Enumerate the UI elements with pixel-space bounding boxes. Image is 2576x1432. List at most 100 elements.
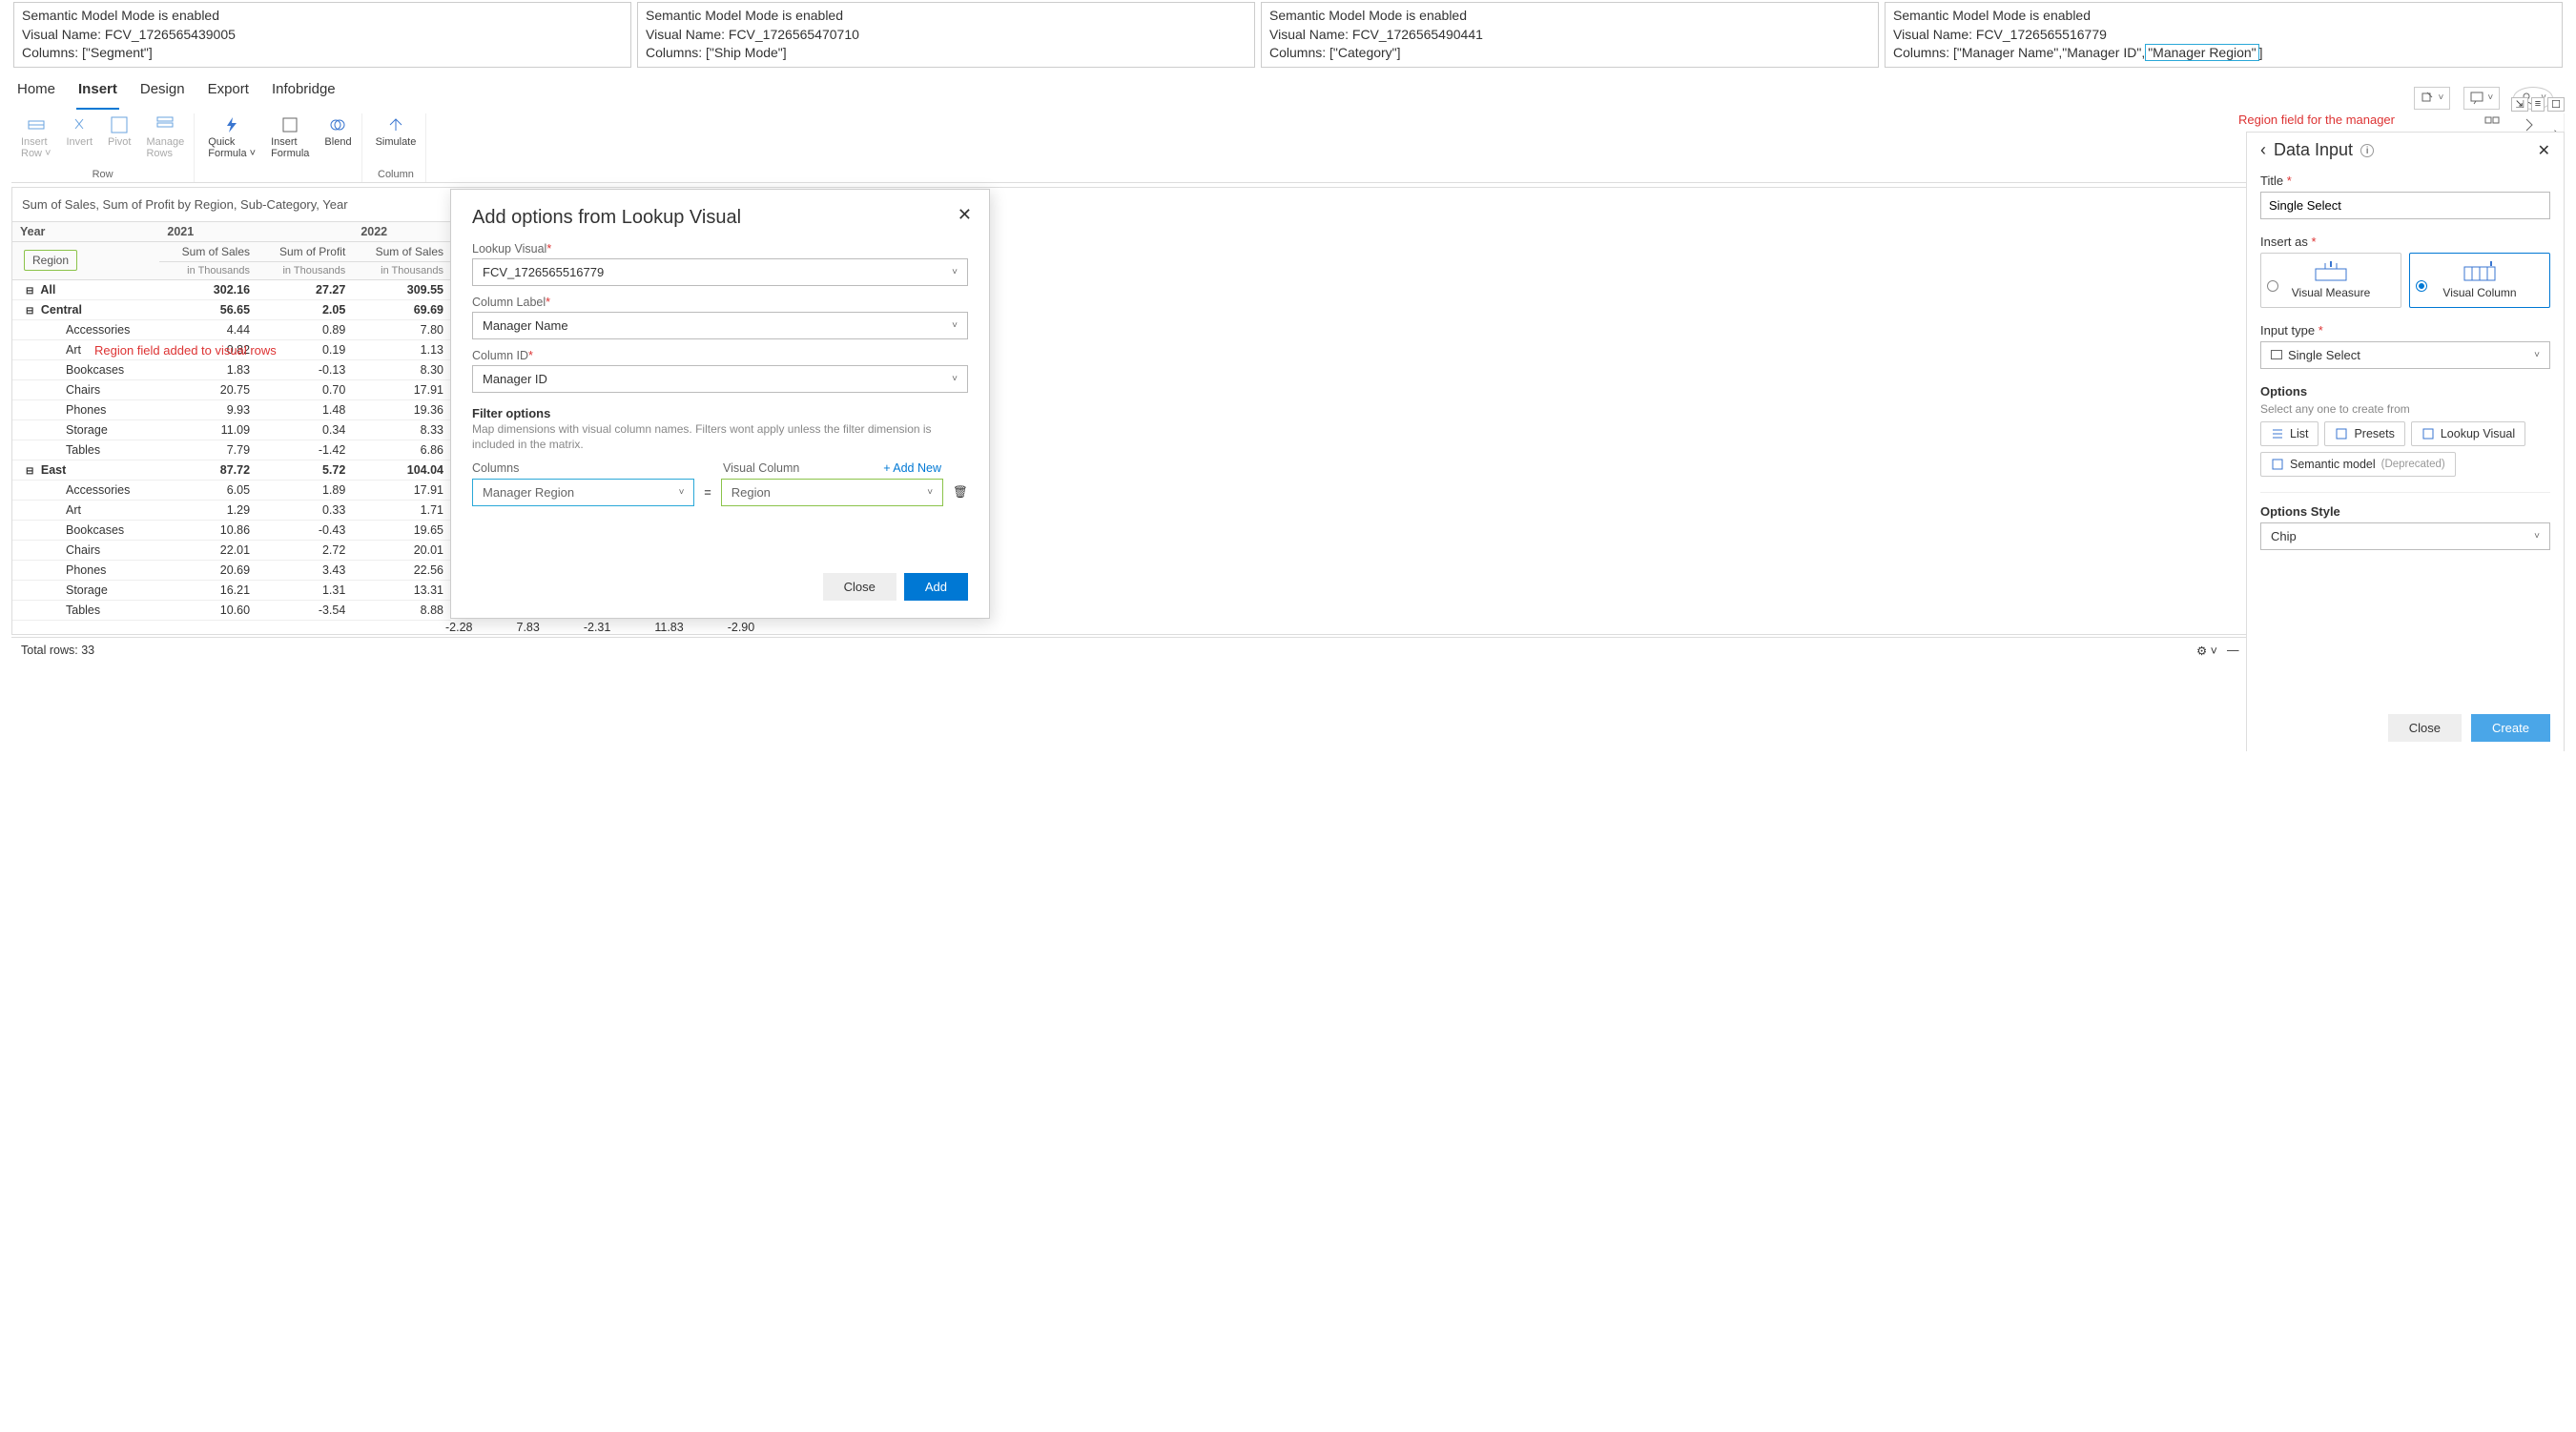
year-col-2022[interactable]: 2022 <box>353 221 451 241</box>
cell[interactable]: 1.48 <box>258 399 353 419</box>
options-style-select[interactable]: Chip˅ <box>2260 522 2550 550</box>
cell[interactable]: 8.88 <box>353 600 451 620</box>
cell[interactable]: 0.70 <box>258 379 353 399</box>
pivot-button[interactable]: Pivot <box>104 113 134 161</box>
tab-home[interactable]: Home <box>15 77 57 110</box>
cell[interactable]: ⊟ East <box>12 460 159 480</box>
invert-button[interactable]: Invert <box>63 113 97 161</box>
cell[interactable]: 22.01 <box>159 540 258 560</box>
info-icon[interactable]: i <box>2360 144 2374 157</box>
cell[interactable]: Art <box>12 500 159 520</box>
cell[interactable]: ⊟ Central <box>12 299 159 319</box>
cell[interactable]: 11.09 <box>159 419 258 440</box>
cell[interactable]: 13.31 <box>353 580 451 600</box>
cell[interactable]: 104.04 <box>353 460 451 480</box>
add-new-link[interactable]: + Add New <box>883 461 941 475</box>
cell[interactable]: 19.36 <box>353 399 451 419</box>
option-list-button[interactable]: List <box>2260 421 2318 446</box>
blend-button[interactable]: Blend <box>320 113 355 161</box>
year-header[interactable]: Year <box>12 221 159 241</box>
cell[interactable]: 0.34 <box>258 419 353 440</box>
measure-header[interactable]: Sum of Profit <box>258 241 353 261</box>
dialog-close-button[interactable]: Close <box>823 573 896 601</box>
filter-icon[interactable]: ⇲ <box>2511 97 2527 112</box>
cell[interactable]: Storage <box>12 419 159 440</box>
measure-header[interactable]: Sum of Sales <box>159 241 258 261</box>
filter2-icon[interactable]: ≡ <box>2531 97 2545 112</box>
year-col-2021[interactable]: 2021 <box>159 221 353 241</box>
cell[interactable]: Storage <box>12 580 159 600</box>
delete-filter-icon[interactable]: 🗑 <box>953 485 968 500</box>
quick-formula-button[interactable]: QuickFormula ˅ <box>204 113 259 161</box>
cell[interactable]: -0.13 <box>258 359 353 379</box>
panel-create-button[interactable]: Create <box>2471 714 2550 742</box>
cell[interactable]: Bookcases <box>12 359 159 379</box>
filter-columns-select[interactable]: Manager Region˅ <box>472 479 694 506</box>
cell[interactable]: Chairs <box>12 540 159 560</box>
column-id-select[interactable]: Manager ID˅ <box>472 365 968 393</box>
cell[interactable]: 6.05 <box>159 480 258 500</box>
cell[interactable]: Tables <box>12 600 159 620</box>
cell[interactable]: -0.43 <box>258 520 353 540</box>
simulate-button[interactable]: Simulate <box>372 113 421 150</box>
region-pill[interactable]: Region <box>24 250 77 271</box>
cell[interactable]: Bookcases <box>12 520 159 540</box>
cell[interactable]: 1.13 <box>353 339 451 359</box>
cell[interactable]: Tables <box>12 440 159 460</box>
cell[interactable]: 17.91 <box>353 480 451 500</box>
lookup-visual-select[interactable]: FCV_1726565516779˅ <box>472 258 968 286</box>
insert-as-visual-column[interactable]: Visual Column <box>2409 253 2550 308</box>
cell[interactable]: 9.93 <box>159 399 258 419</box>
comment-dropdown[interactable]: ˅ <box>2463 87 2500 110</box>
title-input[interactable] <box>2260 192 2550 219</box>
cell[interactable]: 20.75 <box>159 379 258 399</box>
tab-export[interactable]: Export <box>206 77 251 110</box>
cell[interactable]: -1.42 <box>258 440 353 460</box>
insert-row-button[interactable]: InsertRow ˅ <box>17 113 55 161</box>
cell[interactable]: Phones <box>12 560 159 580</box>
cell[interactable]: 10.86 <box>159 520 258 540</box>
cell[interactable]: Chairs <box>12 379 159 399</box>
zoom-out[interactable]: — <box>2227 644 2239 657</box>
cell[interactable]: Phones <box>12 399 159 419</box>
option-semantic-model-button[interactable]: Semantic model (Deprecated) <box>2260 452 2456 477</box>
cell[interactable]: 69.69 <box>353 299 451 319</box>
insert-formula-button[interactable]: InsertFormula <box>267 113 313 161</box>
cell[interactable]: 19.65 <box>353 520 451 540</box>
cell[interactable]: Accessories <box>12 480 159 500</box>
tab-design[interactable]: Design <box>138 77 187 110</box>
cell[interactable]: ⊟ All <box>12 279 159 299</box>
cell[interactable]: 8.33 <box>353 419 451 440</box>
tab-infobridge[interactable]: Infobridge <box>270 77 338 110</box>
insert-as-visual-measure[interactable]: Visual Measure <box>2260 253 2401 308</box>
cell[interactable]: 5.72 <box>258 460 353 480</box>
back-icon[interactable]: ‹ <box>2260 140 2266 160</box>
panel-close-button[interactable]: Close <box>2388 714 2462 742</box>
cell[interactable]: 20.01 <box>353 540 451 560</box>
cell[interactable]: 302.16 <box>159 279 258 299</box>
cell[interactable]: 6.86 <box>353 440 451 460</box>
cell[interactable]: 10.60 <box>159 600 258 620</box>
column-label-select[interactable]: Manager Name˅ <box>472 312 968 339</box>
cell[interactable]: 16.21 <box>159 580 258 600</box>
cell[interactable]: -3.54 <box>258 600 353 620</box>
tab-insert[interactable]: Insert <box>76 77 119 110</box>
cell[interactable]: 27.27 <box>258 279 353 299</box>
manage-rows-button[interactable]: ManageRows <box>142 113 188 161</box>
cell[interactable]: 7.79 <box>159 440 258 460</box>
dialog-add-button[interactable]: Add <box>904 573 968 601</box>
cell[interactable]: 1.83 <box>159 359 258 379</box>
cell[interactable]: 1.89 <box>258 480 353 500</box>
input-type-select[interactable]: Single Select˅ <box>2260 341 2550 369</box>
panel-close-icon[interactable]: ✕ <box>2538 141 2550 160</box>
cell[interactable]: 0.33 <box>258 500 353 520</box>
cell[interactable]: 2.72 <box>258 540 353 560</box>
cell[interactable]: Accessories <box>12 319 159 339</box>
dialog-close-icon[interactable]: ✕ <box>958 205 972 225</box>
input-dropdown[interactable]: ˅ <box>2414 87 2450 110</box>
cell[interactable]: 17.91 <box>353 379 451 399</box>
option-lookup-visual-button[interactable]: Lookup Visual <box>2411 421 2525 446</box>
expand-icon[interactable]: ☐ <box>2547 97 2565 112</box>
cell[interactable]: 7.80 <box>353 319 451 339</box>
cell[interactable]: 1.31 <box>258 580 353 600</box>
